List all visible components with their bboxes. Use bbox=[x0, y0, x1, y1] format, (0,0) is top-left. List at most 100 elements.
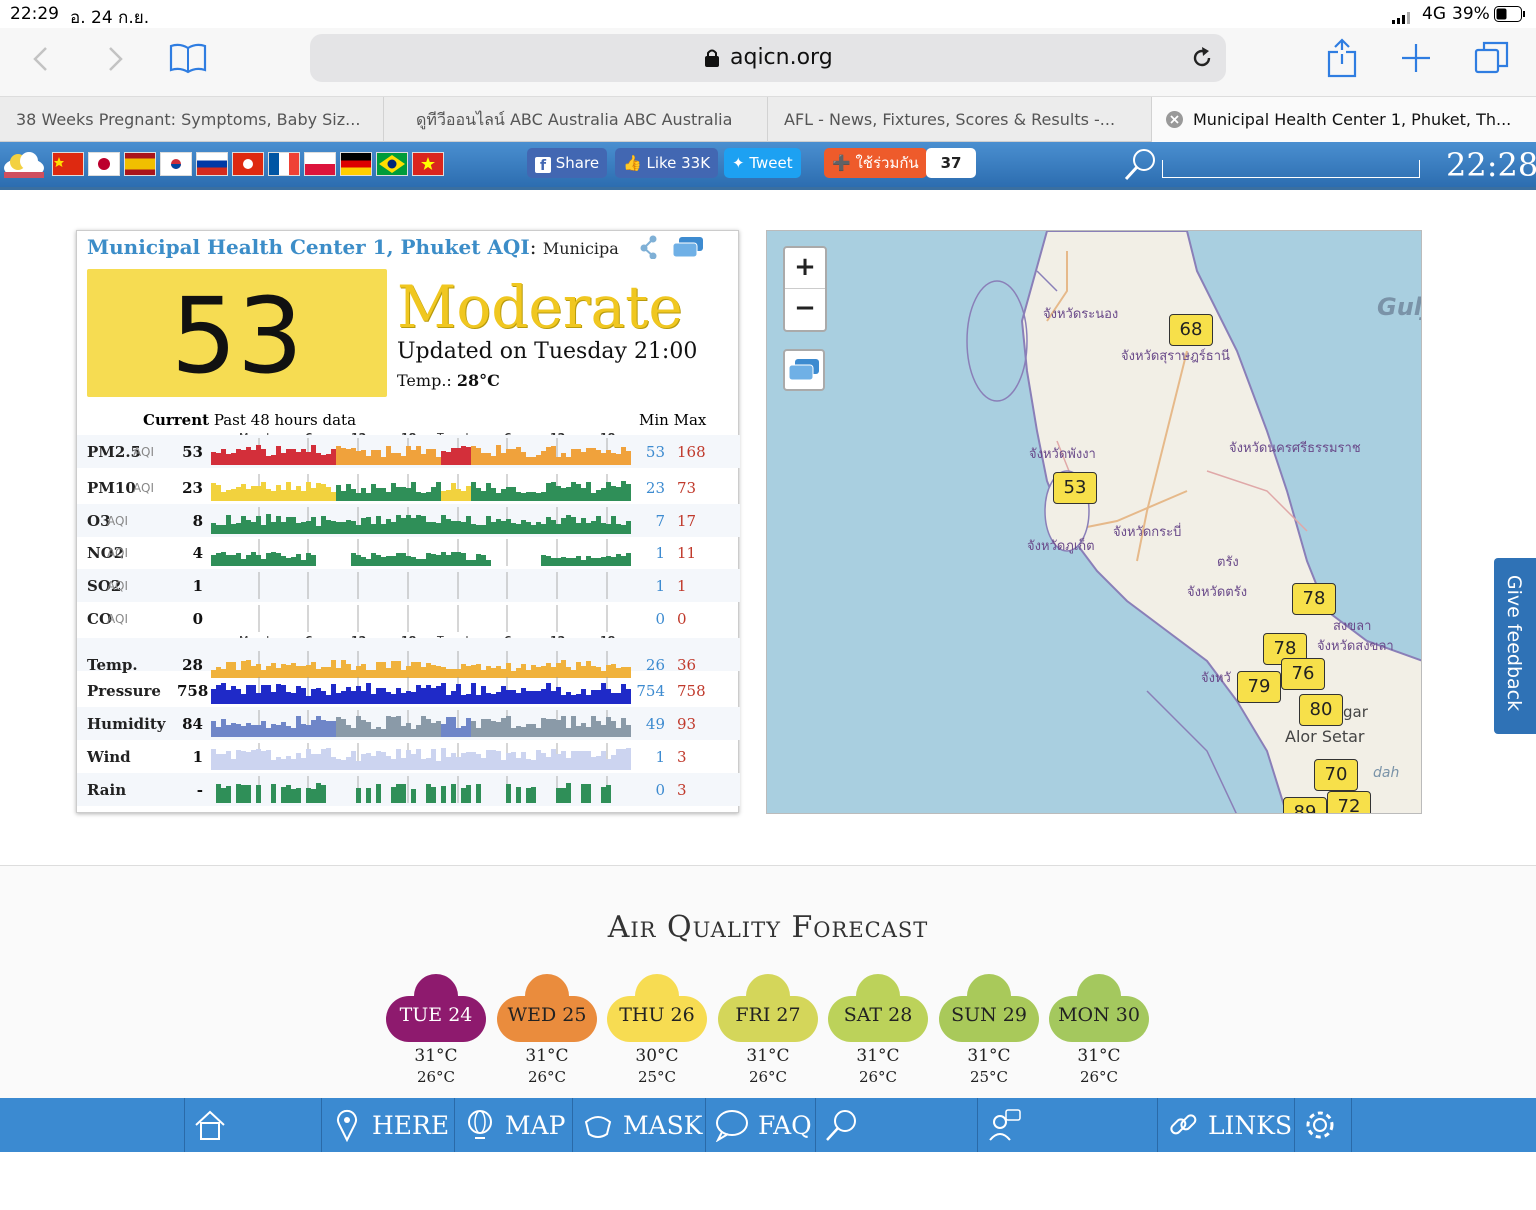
zoom-out-button[interactable]: − bbox=[785, 289, 825, 330]
tab-1[interactable]: 38 Weeks Pregnant: Symptoms, Baby Siz... bbox=[0, 97, 384, 142]
pollutant-row-temp: Temp. 28 26 36 bbox=[77, 638, 740, 678]
map-label: จังหวัดพังงา bbox=[1029, 447, 1096, 462]
address-bar[interactable]: aqicn.org bbox=[310, 34, 1226, 82]
row-current: 84 bbox=[182, 715, 203, 733]
sparkline-3 bbox=[211, 539, 631, 566]
forecast-day-label: MON 30 bbox=[1058, 1004, 1140, 1026]
forecast-day-6: MON 30 31°C 26°C bbox=[1049, 972, 1149, 1086]
current-temp: Temp.: 28°C bbox=[397, 371, 500, 390]
browser-toolbar: aqicn.org bbox=[0, 28, 1536, 96]
give-feedback-button[interactable]: Give feedback bbox=[1494, 558, 1536, 734]
map-layers-button[interactable] bbox=[783, 349, 825, 391]
plus-icon: ➕ bbox=[832, 154, 851, 172]
station-map[interactable]: + − Gulj จังหวัดระนอง จังหวัดสุราษฎร์ธาน… bbox=[766, 230, 1422, 814]
pollutant-row-humidity: Humidity 84 49 93 bbox=[77, 707, 740, 740]
network-type: 4G bbox=[1422, 4, 1446, 24]
forecast-cloud-icon: MON 30 bbox=[1049, 972, 1149, 1044]
flag-brazil-icon[interactable] bbox=[376, 152, 408, 176]
nav-mask[interactable]: MASK bbox=[572, 1098, 705, 1152]
new-tab-icon[interactable] bbox=[1400, 42, 1432, 78]
max-header: Max bbox=[673, 411, 707, 429]
nav-home[interactable]: HOME bbox=[184, 1098, 321, 1196]
station-marker[interactable]: 79 bbox=[1237, 671, 1281, 703]
tab-3[interactable]: AFL - News, Fixtures, Scores & Results -… bbox=[768, 97, 1152, 142]
tab-4[interactable]: Municipal Health Center 1, Phuket, Th... bbox=[1152, 97, 1536, 142]
close-tab-icon[interactable] bbox=[1166, 111, 1183, 128]
station-marker[interactable]: 89 bbox=[1283, 797, 1327, 813]
share-alt-icon[interactable] bbox=[639, 235, 659, 263]
reload-icon[interactable] bbox=[1190, 46, 1214, 74]
forecast-cloud-icon: SUN 29 bbox=[939, 972, 1039, 1044]
bookmarks-icon[interactable] bbox=[168, 42, 208, 78]
facebook-like-button[interactable]: 👍 Like 33K bbox=[615, 148, 719, 178]
feedback-label: Give feedback bbox=[1503, 574, 1525, 712]
contact-icon bbox=[986, 1109, 1022, 1141]
flag-vietnam-icon[interactable] bbox=[412, 152, 444, 176]
sparkline-0 bbox=[211, 438, 631, 465]
map-label: จังหวัดตรัง bbox=[1187, 585, 1248, 600]
row-current: 1 bbox=[192, 577, 203, 595]
row-max: 17 bbox=[677, 512, 697, 530]
location-pin-icon bbox=[330, 1109, 364, 1143]
map-label: ตรัง bbox=[1217, 555, 1239, 570]
station-marker[interactable]: 70 bbox=[1314, 759, 1358, 791]
map-label: จังหวัดระนอง bbox=[1043, 307, 1119, 322]
site-search-input[interactable] bbox=[1162, 160, 1420, 178]
flag-hongkong-icon[interactable] bbox=[232, 152, 264, 176]
tab-2[interactable]: ดูทีวีออนไลน์ ABC Australia ABC Australi… bbox=[384, 97, 768, 142]
tweet-button[interactable]: ✦ Tweet bbox=[724, 148, 801, 178]
tweet-label: Tweet bbox=[749, 154, 793, 172]
row-unit: AQI bbox=[133, 481, 154, 495]
nav-links-label: LINKS bbox=[1207, 1111, 1293, 1140]
facebook-share-button[interactable]: f Share bbox=[527, 148, 608, 178]
station-marker[interactable]: 68 bbox=[1169, 314, 1213, 346]
nav-contact[interactable]: CONTACT bbox=[977, 1098, 1157, 1196]
flag-france-icon[interactable] bbox=[268, 152, 300, 176]
addthis-share-button[interactable]: ➕ ใช้ร่วมกัน bbox=[824, 148, 927, 178]
flag-china-icon[interactable] bbox=[52, 152, 84, 176]
station-title-tail: Municipa bbox=[542, 239, 619, 258]
minmax-header: Min Max bbox=[639, 411, 706, 429]
pollutant-row-so2: SO2 AQI 1 1 1 bbox=[77, 569, 740, 602]
back-icon[interactable] bbox=[30, 44, 52, 78]
row-min: 23 bbox=[645, 479, 665, 497]
tabs-overview-icon[interactable] bbox=[1474, 40, 1510, 80]
nav-faq[interactable]: FAQ bbox=[705, 1098, 815, 1152]
flag-germany-icon[interactable] bbox=[340, 152, 372, 176]
station-marker[interactable]: 78 bbox=[1292, 583, 1336, 615]
flag-spain-icon[interactable] bbox=[124, 152, 156, 176]
forecast-high: 31°C bbox=[525, 1046, 569, 1066]
flag-korea-icon[interactable] bbox=[160, 152, 192, 176]
station-marker-current[interactable]: 53 bbox=[1053, 472, 1097, 504]
flag-russia-icon[interactable] bbox=[196, 152, 228, 176]
zoom-in-button[interactable]: + bbox=[785, 248, 825, 289]
nav-search[interactable]: SEARCH bbox=[815, 1098, 977, 1196]
map-label: จังหวัดสงขลา bbox=[1317, 639, 1394, 654]
tab-label: Municipal Health Center 1, Phuket, Th... bbox=[1193, 110, 1512, 129]
aqicn-logo[interactable] bbox=[2, 148, 46, 182]
aqi-box: 53 bbox=[87, 269, 387, 397]
twitter-bird-icon: ✦ bbox=[732, 154, 745, 172]
station-marker[interactable]: 76 bbox=[1281, 658, 1325, 690]
nav-links[interactable]: LINKS bbox=[1157, 1098, 1294, 1152]
nav-settings[interactable] bbox=[1294, 1098, 1352, 1152]
flag-japan-icon[interactable] bbox=[88, 152, 120, 176]
row-name: Pressure bbox=[87, 682, 161, 700]
row-min: 0 bbox=[655, 781, 665, 799]
nav-map[interactable]: MAP bbox=[454, 1098, 572, 1152]
nav-here[interactable]: HERE bbox=[321, 1098, 454, 1152]
map-label: จังหวั bbox=[1201, 671, 1231, 686]
forecast-day-0: TUE 24 31°C 26°C bbox=[386, 972, 486, 1086]
share-icon[interactable] bbox=[1326, 38, 1358, 82]
station-marker[interactable]: 72 bbox=[1327, 791, 1371, 813]
forward-icon[interactable] bbox=[104, 44, 126, 78]
forecast-low: 26°C bbox=[858, 1068, 898, 1086]
station-marker[interactable]: 80 bbox=[1299, 694, 1343, 726]
facebook-icon: f bbox=[535, 157, 551, 174]
row-max: 3 bbox=[677, 748, 687, 766]
flag-poland-icon[interactable] bbox=[304, 152, 336, 176]
layers-icon[interactable] bbox=[672, 237, 705, 263]
row-max: 3 bbox=[677, 781, 687, 799]
search-icon[interactable] bbox=[1122, 146, 1160, 188]
row-name: Rain bbox=[87, 781, 127, 799]
